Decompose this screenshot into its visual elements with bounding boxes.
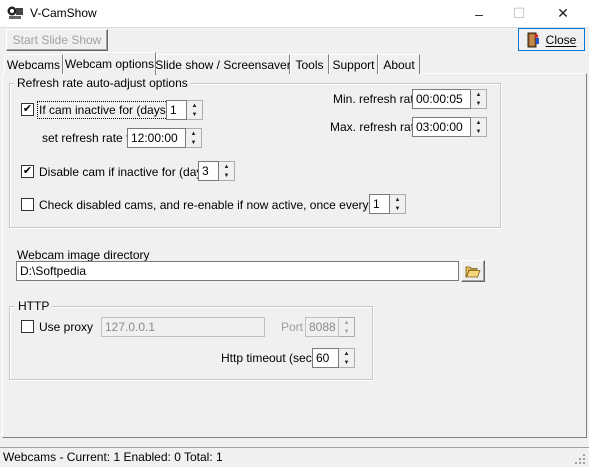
- tab-support[interactable]: Support: [329, 54, 378, 74]
- status-text: Webcams - Current: 1 Enabled: 0 Total: 1: [3, 450, 223, 464]
- refresh-rate-legend: Refresh rate auto-adjust options: [14, 76, 191, 90]
- max-refresh-rate-input[interactable]: 03:00:00: [412, 117, 471, 137]
- tab-tools[interactable]: Tools: [290, 54, 329, 74]
- disable-cam-days-input[interactable]: 3: [198, 161, 219, 181]
- spin-down-icon[interactable]: ▼: [186, 138, 201, 147]
- start-slideshow-button[interactable]: Start Slide Show: [6, 29, 108, 51]
- spin-down-icon[interactable]: ▼: [390, 204, 405, 213]
- port-input[interactable]: 8088: [305, 317, 339, 337]
- tab-webcams[interactable]: Webcams: [4, 54, 63, 74]
- spin-up-icon[interactable]: ▲: [339, 318, 354, 327]
- if-inactive-days-input[interactable]: 1: [166, 100, 187, 120]
- spin-up-icon[interactable]: ▲: [339, 349, 354, 358]
- maximize-icon[interactable]: ☐: [497, 0, 541, 27]
- check-disabled-days-input[interactable]: 1: [369, 194, 390, 214]
- if-inactive-label[interactable]: If cam inactive for (days): [37, 101, 172, 119]
- tab-webcam-options[interactable]: Webcam options: [63, 52, 156, 75]
- spin-up-icon[interactable]: ▲: [471, 118, 486, 127]
- window-title: V-CamShow: [30, 6, 97, 20]
- set-refresh-label: set refresh rate to: [42, 131, 137, 145]
- exit-door-icon: [527, 32, 539, 47]
- http-timeout-input[interactable]: 60: [312, 348, 339, 368]
- spin-down-icon[interactable]: ▼: [471, 99, 486, 108]
- min-refresh-label: Min. refresh rate: [333, 92, 421, 106]
- spin-up-icon[interactable]: ▲: [187, 101, 202, 110]
- close-button[interactable]: Close: [518, 28, 585, 51]
- spin-down-icon[interactable]: ▼: [339, 358, 354, 367]
- tab-slide-show-screensaver[interactable]: Slide show / Screensaver: [155, 54, 291, 74]
- close-window-icon[interactable]: ✕: [541, 0, 585, 27]
- if-inactive-days-spinner[interactable]: ▲ ▼: [187, 100, 203, 120]
- spin-up-icon[interactable]: ▲: [390, 195, 405, 204]
- spin-down-icon[interactable]: ▼: [339, 327, 354, 336]
- disable-cam-days-spinner[interactable]: ▲ ▼: [219, 161, 235, 181]
- min-refresh-rate-input[interactable]: 00:00:05: [412, 89, 471, 109]
- if-inactive-checkbox[interactable]: ✔: [21, 103, 34, 116]
- check-disabled-cams-checkbox[interactable]: [21, 198, 34, 211]
- checkmark-icon: ✔: [22, 165, 33, 177]
- port-label: Port: [281, 320, 304, 334]
- close-button-label: Close: [545, 32, 577, 47]
- spin-down-icon[interactable]: ▼: [471, 127, 486, 136]
- spin-up-icon[interactable]: ▲: [219, 162, 234, 171]
- checkmark-icon: ✔: [22, 103, 33, 115]
- http-legend: HTTP: [15, 299, 53, 313]
- min-refresh-rate-spinner[interactable]: ▲ ▼: [471, 89, 487, 109]
- webcam-app-icon: [7, 6, 23, 19]
- resize-grip-icon[interactable]: [573, 452, 587, 466]
- image-directory-input[interactable]: D:\Softpedia: [16, 261, 459, 281]
- proxy-address-input[interactable]: 127.0.0.1: [101, 317, 265, 337]
- spin-down-icon[interactable]: ▼: [187, 110, 202, 119]
- use-proxy-label[interactable]: Use proxy: [39, 319, 93, 335]
- tab-about[interactable]: About: [378, 54, 420, 74]
- max-refresh-label: Max. refresh rate: [330, 120, 421, 134]
- disable-cam-label[interactable]: Disable cam if inactive for (days): [39, 164, 212, 180]
- toolbar-separator: [0, 27, 589, 28]
- browse-folder-button[interactable]: [461, 260, 485, 282]
- set-refresh-rate-spinner[interactable]: ▲ ▼: [186, 128, 202, 148]
- http-timeout-label: Http timeout (secs): [221, 351, 322, 365]
- disable-cam-checkbox[interactable]: ✔: [21, 165, 34, 178]
- open-folder-icon: [465, 266, 481, 277]
- spin-up-icon[interactable]: ▲: [471, 90, 486, 99]
- check-disabled-cams-label[interactable]: Check disabled cams, and re-enable if no…: [39, 197, 405, 213]
- use-proxy-checkbox[interactable]: [21, 320, 34, 333]
- port-spinner[interactable]: ▲ ▼: [339, 317, 355, 337]
- set-refresh-rate-input[interactable]: 12:00:00: [127, 128, 186, 148]
- spin-up-icon[interactable]: ▲: [186, 129, 201, 138]
- http-timeout-spinner[interactable]: ▲ ▼: [339, 348, 355, 368]
- check-disabled-days-spinner[interactable]: ▲ ▼: [390, 194, 406, 214]
- spin-down-icon[interactable]: ▼: [219, 171, 234, 180]
- max-refresh-rate-spinner[interactable]: ▲ ▼: [471, 117, 487, 137]
- minimize-icon[interactable]: –: [457, 0, 501, 27]
